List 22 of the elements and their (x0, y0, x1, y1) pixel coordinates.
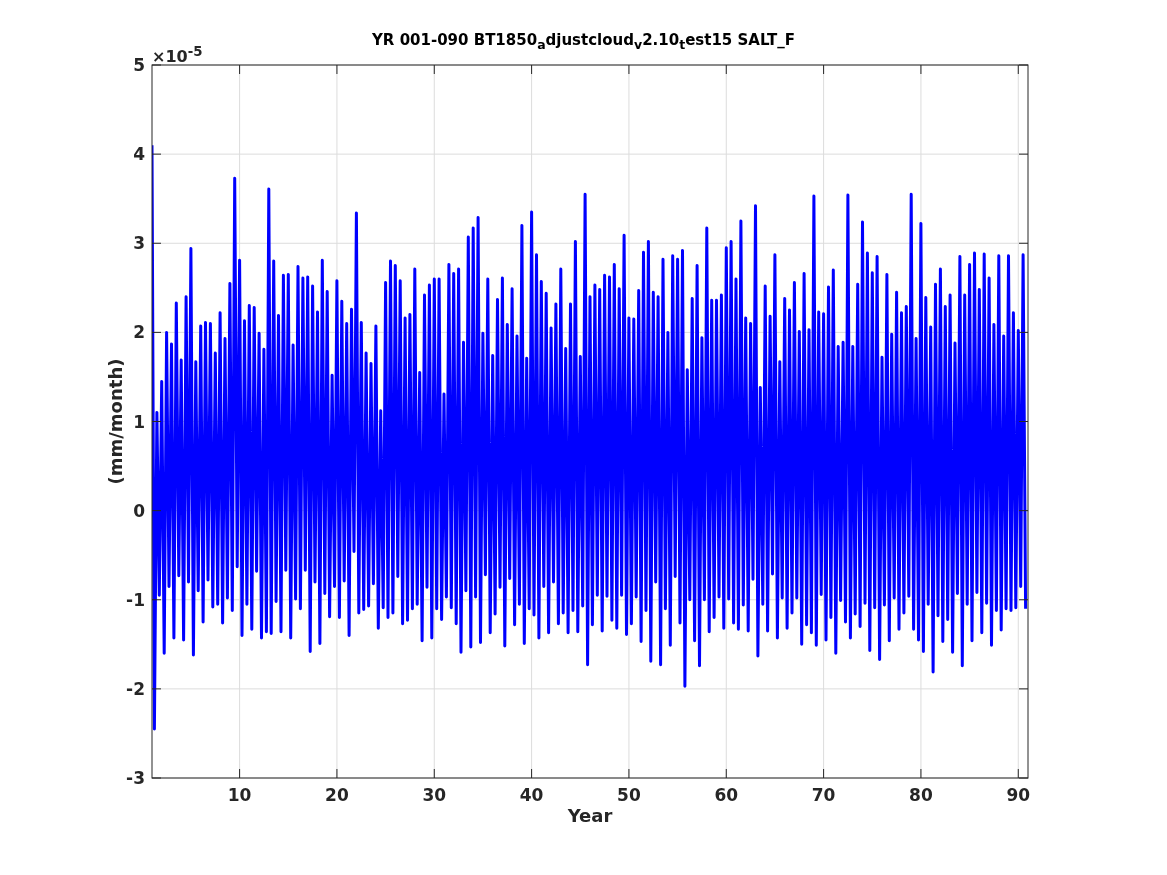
axis-label: Year (567, 805, 613, 826)
tick-label: 60 (714, 785, 739, 805)
tick-label: 30 (422, 785, 447, 805)
tick-label: 40 (519, 785, 544, 805)
tick-label: -3 (126, 768, 145, 788)
tick-label: 1 (133, 411, 145, 432)
tick-label: 5 (133, 55, 145, 75)
axis-multiplier: ×10$^{-5}$ (152, 44, 203, 67)
axis-label: (mm/month) (105, 358, 126, 485)
tick-label: 3 (133, 233, 145, 254)
chart-title: YR 001-090 BT1850$_{a}$djustcloud$_{v}$2.10$_{t}$est15 SALT_F (372, 31, 795, 49)
tick-label: 20 (325, 785, 349, 805)
tick-label: -1 (126, 589, 145, 610)
tick-label: 90 (1006, 785, 1031, 805)
tick-label: 10 (227, 785, 252, 805)
tick-label: 0 (133, 500, 145, 521)
tick-label: 70 (811, 785, 836, 805)
tick-label: 4 (133, 144, 145, 165)
tick-label: 80 (909, 785, 933, 805)
tick-label: -2 (126, 678, 145, 699)
tick-label: 50 (617, 785, 641, 805)
tick-label: 2 (133, 322, 145, 343)
